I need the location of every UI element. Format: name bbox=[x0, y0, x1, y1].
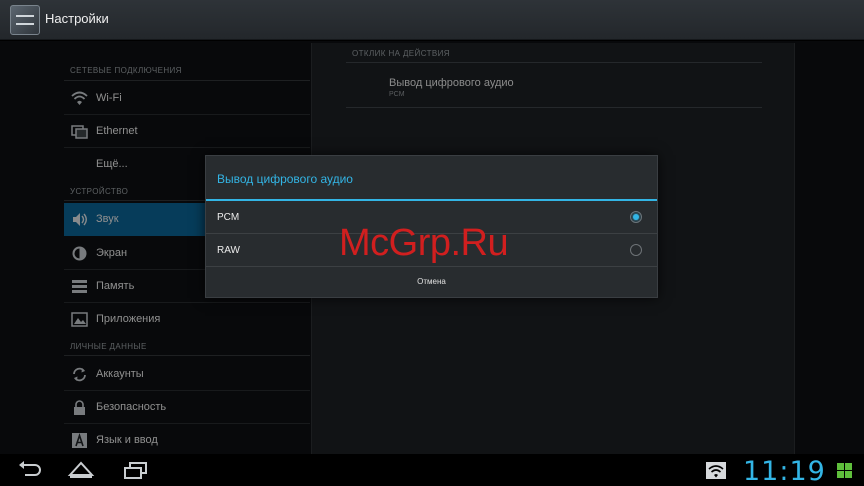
option-label: PCM bbox=[217, 212, 240, 223]
watermark: McGrp.Ru bbox=[339, 222, 509, 264]
action-bar: Настройки bbox=[0, 0, 864, 40]
recent-apps-icon[interactable] bbox=[122, 459, 150, 481]
radio-pcm[interactable] bbox=[630, 211, 642, 223]
system-bar: 11:19 bbox=[0, 454, 864, 486]
app-title: Настройки bbox=[45, 11, 109, 26]
settings-app-icon[interactable] bbox=[10, 5, 40, 35]
back-icon[interactable] bbox=[16, 459, 44, 481]
home-icon[interactable] bbox=[67, 459, 95, 481]
dialog-title: Вывод цифрового аудио bbox=[217, 172, 353, 186]
notification-icon[interactable] bbox=[836, 462, 853, 479]
radio-raw[interactable] bbox=[630, 244, 642, 256]
clock[interactable]: 11:19 bbox=[743, 456, 826, 486]
cancel-button[interactable]: Отмена bbox=[206, 267, 657, 297]
option-label: RAW bbox=[217, 245, 240, 256]
wifi-status-icon bbox=[706, 462, 726, 479]
